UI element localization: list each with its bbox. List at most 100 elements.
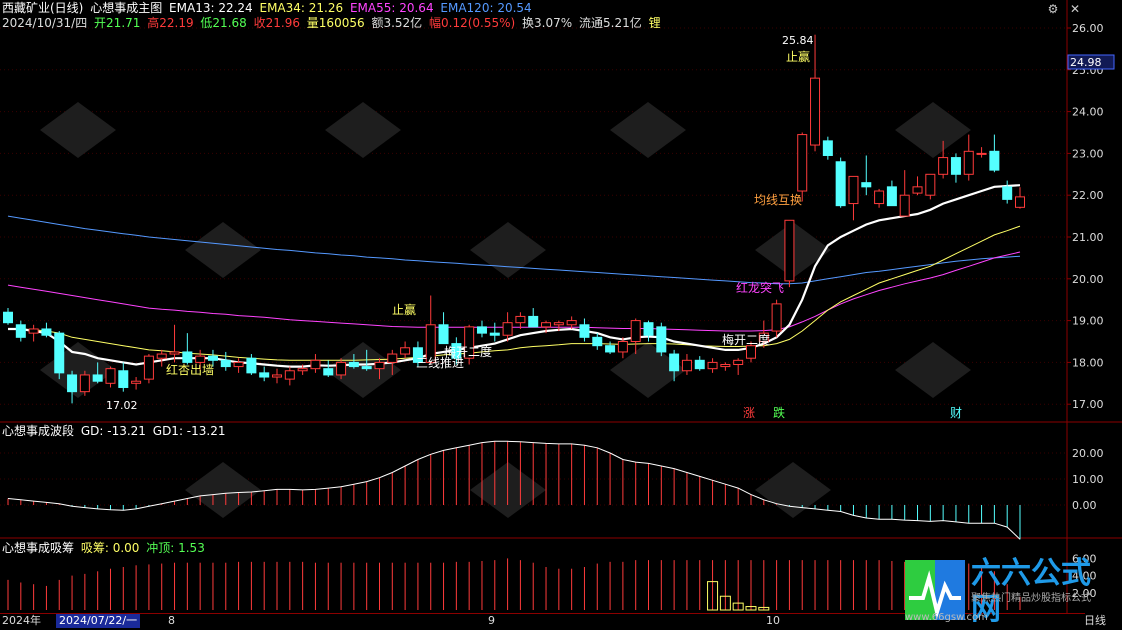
watermark-layer <box>40 102 971 518</box>
candle-body <box>272 374 283 378</box>
tag-cai: 财 <box>950 406 962 420</box>
logo-subtitle: 聚焦热门精品炒股指标公式 <box>971 593 1091 604</box>
candle-body <box>28 328 39 334</box>
price-tick-label: 20.00 <box>1072 273 1104 286</box>
candle-body <box>630 320 641 343</box>
candle-body <box>822 140 833 156</box>
stop-win-label-1: 止赢 <box>786 49 810 64</box>
candle-body <box>963 150 974 175</box>
chart-grid <box>0 0 1122 613</box>
candle-body <box>502 322 513 336</box>
candle-body <box>220 359 231 368</box>
axis-date-box[interactable]: 2024/07/22/一 <box>56 614 141 628</box>
price-tick-label: 19.00 <box>1072 315 1104 328</box>
panel2-header: 心想事成波段 GD: -13.21 GD1: -13.21 <box>2 424 228 438</box>
candle-body <box>989 150 1000 171</box>
quote-low: 低21.68 <box>200 16 247 30</box>
ema34-value: EMA34: 21.26 <box>259 1 344 15</box>
logo-title: 六六公式网 <box>971 556 1091 627</box>
plum-label-2: 梅开二度 <box>722 332 770 347</box>
axis-month-8: 8 <box>168 614 175 627</box>
candle-body <box>323 368 334 376</box>
wave-tick-label: 10.00 <box>1072 473 1104 486</box>
ema-lines <box>7 184 1021 368</box>
candle-body <box>41 328 52 336</box>
candle-body <box>207 355 218 361</box>
candle-body <box>195 355 206 363</box>
candle-body <box>336 361 347 376</box>
price-tick-label: 26.00 <box>1072 22 1104 35</box>
candle-body <box>528 315 539 328</box>
candle-body <box>835 161 846 207</box>
candle-body <box>694 359 705 370</box>
candle-body <box>1002 186 1013 200</box>
candle-body <box>771 303 782 332</box>
high-price-label: 25.84 <box>782 34 814 47</box>
candle-body <box>874 190 885 205</box>
candle-body <box>489 332 500 336</box>
candle-body <box>643 322 654 336</box>
candle-body <box>976 152 987 155</box>
candle-body <box>15 324 26 338</box>
candle-body <box>886 186 897 207</box>
price-tick-label: 23.00 <box>1072 147 1104 160</box>
ema55-value: EMA55: 20.64 <box>349 1 434 15</box>
candle-body <box>348 361 359 368</box>
candle-body <box>579 324 590 338</box>
candle-body <box>938 157 949 175</box>
stock-name[interactable]: 西藏矿业(日线) <box>2 1 83 15</box>
axis-month-10: 10 <box>766 614 780 627</box>
close-icon[interactable]: ✕ <box>1068 2 1082 16</box>
ema120-value: EMA120: 20.54 <box>440 1 532 15</box>
candle-body <box>925 173 936 196</box>
absorb-series <box>7 558 1021 611</box>
price-tick-label: 21.00 <box>1072 231 1104 244</box>
quote-amount: 额3.52亿 <box>371 16 423 30</box>
quote-change: 幅0.12(0.55%) <box>429 16 516 30</box>
candle-body <box>284 370 295 380</box>
candle-body <box>374 361 385 370</box>
axis-year: 2024年 <box>2 614 41 627</box>
candle-body <box>1015 196 1025 208</box>
axis-month-9: 9 <box>488 614 495 627</box>
candle-body <box>169 351 180 355</box>
ema13-value: EMA13: 22.24 <box>169 1 253 15</box>
panel2-gd: GD: -13.21 <box>80 424 146 438</box>
ma-swap-label: 均线互换 <box>754 193 802 207</box>
watermark-mark <box>185 222 261 278</box>
candle-body <box>566 320 577 326</box>
watermark-mark <box>895 342 971 398</box>
panel3-rush: 冲顶: 1.53 <box>146 541 205 555</box>
candle-body <box>553 322 564 326</box>
candle-body <box>361 366 372 370</box>
candle-body <box>438 324 449 345</box>
watermark-mark <box>325 102 401 158</box>
candle-body <box>79 374 90 393</box>
candle-body <box>259 372 270 378</box>
plum-label-1: 梅开二度 <box>444 344 492 359</box>
watermark-mark <box>895 102 971 158</box>
candle-body <box>182 351 193 363</box>
candle-body <box>541 322 552 328</box>
chart-header-row-2: 2024/10/31/四 开21.71 高22.19 低21.68 收21.96… <box>2 16 664 30</box>
watermark-mark <box>610 102 686 158</box>
tag-zhang: 涨 <box>743 405 755 420</box>
logo-url: www.66gsw.com <box>905 612 988 623</box>
candle-body <box>656 326 667 353</box>
panel2-title[interactable]: 心想事成波段 <box>2 424 74 438</box>
candle-body <box>310 359 321 370</box>
dragon-label: 红龙突飞 <box>736 280 784 295</box>
candle-body <box>105 368 116 384</box>
candle-body <box>950 157 961 175</box>
wave-tick-label: 20.00 <box>1072 447 1104 460</box>
candle-body <box>617 341 628 353</box>
panel3-title[interactable]: 心想事成吸筹 <box>2 541 74 555</box>
sector-tag[interactable]: 锂 <box>649 16 661 30</box>
watermark-mark <box>185 462 261 518</box>
candle-body <box>3 311 13 324</box>
gear-icon[interactable]: ⚙ <box>1046 2 1060 16</box>
quote-open: 开21.71 <box>94 16 141 30</box>
quote-volume: 量160056 <box>306 16 365 30</box>
site-logo: 六六公式网 聚焦热门精品炒股指标公式 www.66gsw.com <box>903 556 1117 627</box>
candle-body <box>156 353 167 359</box>
